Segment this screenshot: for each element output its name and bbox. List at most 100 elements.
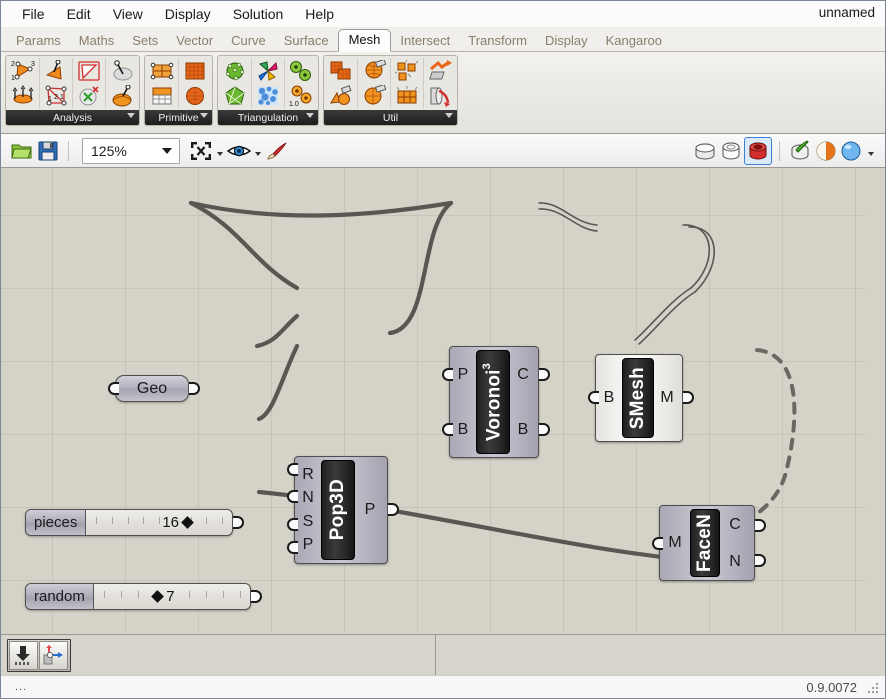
grasshopper-canvas[interactable]: Geo P B Voronoi3 C B B SMesh M R N S P P… [1, 168, 885, 634]
tab-vector[interactable]: Vector [167, 31, 222, 52]
tab-transform[interactable]: Transform [459, 31, 536, 52]
mesh-deconstruct-icon[interactable] [10, 83, 36, 108]
facen-output-C[interactable]: C [729, 516, 741, 533]
voronoi-cell-icon[interactable]: 1.0 [288, 83, 314, 108]
open-file-icon[interactable] [9, 138, 35, 164]
proximity-2d-icon[interactable] [255, 58, 281, 83]
mesh-plane-icon[interactable] [149, 58, 175, 83]
facen-output-N[interactable]: N [729, 553, 741, 570]
mesh-smooth-icon[interactable] [361, 83, 387, 108]
mesh-quad-corners-icon[interactable]: 1 2 1 [43, 83, 69, 108]
shaded-preview-icon[interactable] [744, 136, 772, 165]
wireframe-preview-icon[interactable] [718, 138, 744, 164]
pop3d-nub-in-S[interactable] [287, 518, 298, 531]
slider-pieces-handle[interactable] [181, 516, 194, 529]
menu-item-solution[interactable]: Solution [222, 4, 295, 24]
facen-input-M[interactable]: M [668, 535, 681, 551]
mesh-inclusion-icon[interactable] [109, 83, 135, 108]
mesh-split-icon[interactable] [394, 83, 420, 108]
voronoi-input-B[interactable]: B [458, 421, 469, 438]
mesh-surface-icon[interactable] [149, 83, 175, 108]
zoom-level-combobox[interactable]: 125% [82, 137, 180, 164]
param-geo[interactable]: Geo [115, 375, 189, 402]
voronoi-nub-in-P[interactable] [442, 368, 453, 381]
chevron-down-icon[interactable] [162, 147, 172, 154]
group-expand-arrow-icon[interactable] [127, 113, 135, 118]
pop3d-nub-in-R[interactable] [287, 463, 298, 476]
component-smesh[interactable]: B SMesh M [595, 354, 683, 442]
mesh-eval-icon[interactable]: 2 3 1 [10, 58, 36, 83]
display-menu-caret-icon[interactable] [868, 151, 874, 156]
zoom-extents-menu-caret-icon[interactable] [217, 151, 223, 156]
group-expand-arrow-icon[interactable] [306, 113, 314, 118]
smesh-output-M[interactable]: M [660, 390, 673, 406]
mesh-union-icon[interactable] [361, 58, 387, 83]
sphere-settings-icon[interactable] [839, 138, 865, 164]
voronoi-output-C[interactable]: C [517, 366, 529, 383]
pop3d-output-P[interactable]: P [365, 502, 376, 518]
pop3d-nub-in-P[interactable] [287, 541, 298, 554]
smesh-input-B[interactable]: B [604, 390, 615, 406]
save-file-icon[interactable] [35, 138, 61, 164]
mesh-explode-icon[interactable] [394, 58, 420, 83]
pop3d-input-R[interactable]: R [302, 466, 314, 483]
tab-sets[interactable]: Sets [123, 31, 167, 52]
menu-item-edit[interactable]: Edit [56, 4, 102, 24]
tab-intersect[interactable]: Intersect [391, 31, 459, 52]
group-expand-arrow-icon[interactable] [445, 113, 453, 118]
param-geo-input-nub[interactable] [108, 382, 119, 395]
slider-random-track[interactable]: 7 [93, 584, 250, 609]
tab-display[interactable]: Display [536, 31, 597, 52]
mesh-weld-icon[interactable] [328, 83, 354, 108]
mesh-cull-faces-icon[interactable] [76, 83, 102, 108]
tab-maths[interactable]: Maths [70, 31, 123, 52]
canvas-toolbar-widgets-icon[interactable] [39, 640, 68, 670]
zoom-extents-icon[interactable] [188, 138, 214, 164]
menu-item-display[interactable]: Display [154, 4, 222, 24]
convex-hull-icon[interactable] [222, 58, 248, 83]
group-expand-arrow-icon[interactable] [200, 113, 208, 118]
mesh-extrude-icon[interactable] [427, 83, 453, 108]
voronoi-input-P[interactable]: P [458, 366, 469, 383]
draw-icons-icon[interactable] [787, 138, 813, 164]
component-voronoi[interactable]: P B Voronoi3 C B [449, 346, 539, 458]
menu-item-view[interactable]: View [102, 4, 154, 24]
pop3d-nub-in-N[interactable] [287, 490, 298, 503]
pop3d-input-N[interactable]: N [302, 490, 314, 506]
facen-nub-in-M[interactable] [652, 537, 663, 550]
slider-pieces[interactable]: pieces 16 [25, 509, 233, 536]
component-facen[interactable]: M FaceN C N [659, 505, 755, 581]
canvas-toolbar-bake-icon[interactable] [9, 640, 38, 670]
tab-kangaroo[interactable]: Kangaroo [597, 31, 671, 52]
eye-preview-icon[interactable] [226, 138, 252, 164]
voronoi-nub-in-B[interactable] [442, 423, 453, 436]
tab-surface[interactable]: Surface [275, 31, 338, 52]
slider-random-handle[interactable] [151, 590, 165, 603]
metaball-icon[interactable] [255, 83, 281, 108]
pop3d-input-S[interactable]: S [303, 513, 314, 530]
resize-grip-icon[interactable] [868, 683, 880, 695]
component-pop3d[interactable]: R N S P Pop3D P [294, 456, 388, 564]
mesh-offset-icon[interactable] [427, 58, 453, 83]
menu-item-file[interactable]: File [11, 4, 56, 24]
voronoi-icon[interactable] [288, 58, 314, 83]
face-boundaries-icon[interactable] [76, 58, 102, 83]
slider-random[interactable]: random 7 [25, 583, 251, 610]
mesh-join-icon[interactable] [328, 58, 354, 83]
slider-pieces-track[interactable]: 16 [86, 510, 232, 535]
mesh-sphere-icon[interactable] [182, 83, 208, 108]
delaunay-mesh-icon[interactable] [222, 83, 248, 108]
mesh-normal-icon[interactable] [109, 58, 135, 83]
menu-item-help[interactable]: Help [294, 4, 345, 24]
tab-mesh[interactable]: Mesh [337, 29, 392, 52]
mesh-box-icon[interactable] [182, 58, 208, 83]
smesh-nub-in-B[interactable] [588, 391, 599, 404]
draw-fancy-icon[interactable] [813, 138, 839, 164]
pop3d-input-P[interactable]: P [303, 537, 314, 553]
tab-curve[interactable]: Curve [222, 31, 275, 52]
bake-icon[interactable] [264, 138, 290, 164]
voronoi-output-B[interactable]: B [518, 421, 529, 438]
preview-off-icon[interactable] [692, 138, 718, 164]
mesh-closest-point-icon[interactable] [43, 58, 69, 83]
tab-params[interactable]: Params [7, 31, 70, 52]
